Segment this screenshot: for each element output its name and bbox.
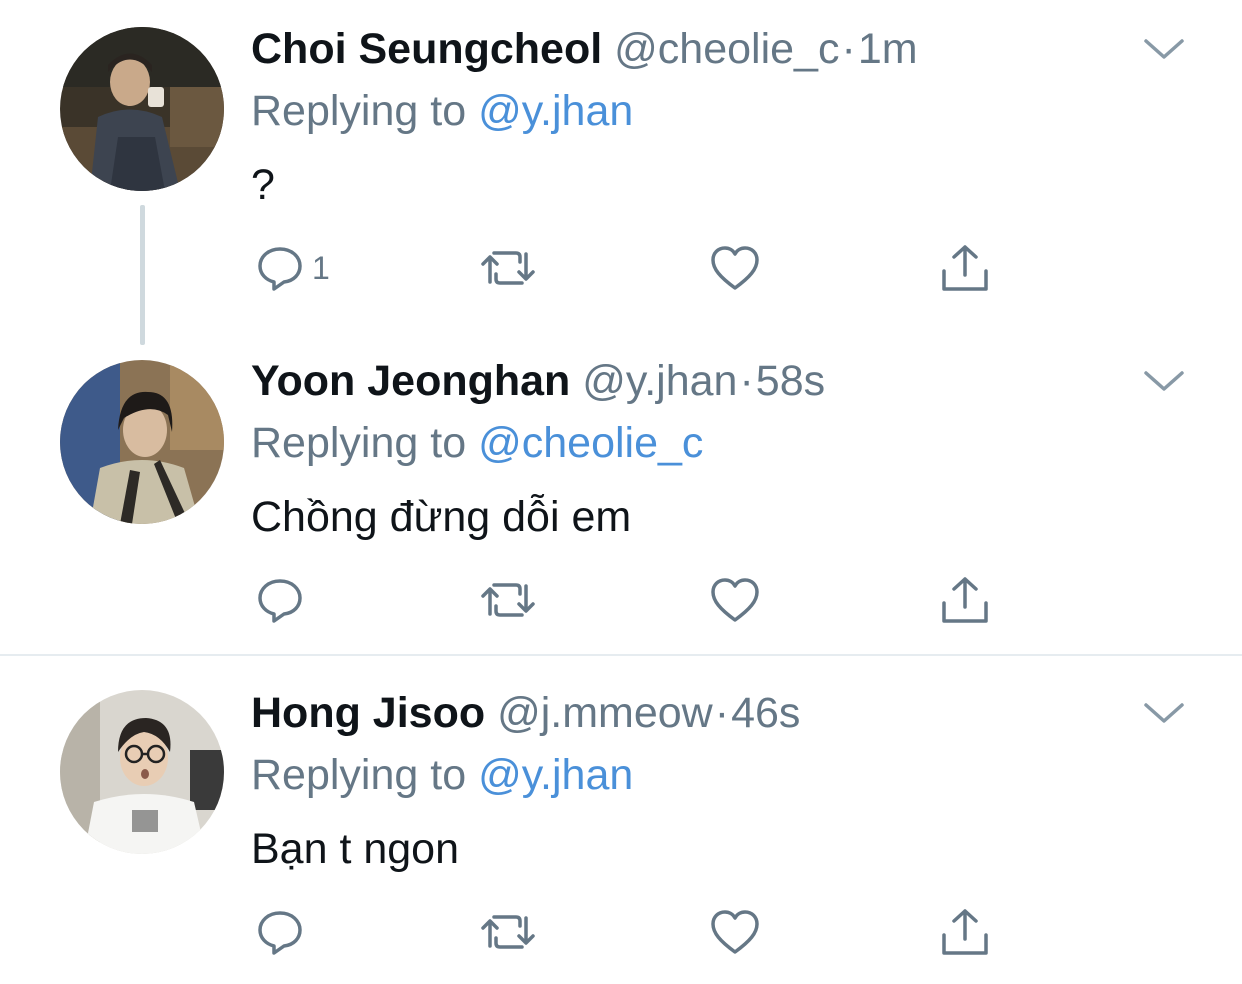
tweet[interactable]: Hong Jisoo @j.mmeow·46s Replying to @y.j… (0, 656, 1242, 984)
retweet-button[interactable] (480, 902, 536, 962)
share-button[interactable] (940, 902, 990, 962)
avatar[interactable] (60, 360, 224, 524)
user-handle[interactable]: @j.mmeow (497, 689, 713, 737)
tweet-text: Bạn t ngon (251, 825, 460, 873)
chevron-down-icon[interactable] (1143, 368, 1185, 394)
retweet-button[interactable] (480, 238, 536, 298)
share-icon (942, 245, 988, 291)
tweet-header: Choi Seungcheol @cheolie_c·1m (251, 24, 918, 74)
chevron-down-icon[interactable] (1143, 700, 1185, 726)
timestamp[interactable]: 1m (858, 25, 918, 73)
reply-prefix: Replying to (251, 751, 467, 799)
heart-icon (711, 910, 759, 954)
tweet-actions: 1 (0, 238, 1242, 298)
replying-to: Replying to @y.jhan (251, 86, 633, 136)
reply-icon (258, 579, 302, 623)
display-name[interactable]: Choi Seungcheol (251, 25, 602, 73)
retweet-icon (481, 251, 535, 285)
retweet-button[interactable] (480, 570, 536, 630)
tweet-text: Chồng đừng dỗi em (251, 493, 632, 541)
replying-to: Replying to @cheolie_c (251, 418, 703, 468)
like-button[interactable] (710, 570, 760, 630)
replying-to: Replying to @y.jhan (251, 750, 633, 800)
reply-count: 1 (312, 249, 330, 286)
user-handle[interactable]: @y.jhan (582, 357, 737, 405)
user-handle[interactable]: @cheolie_c (614, 25, 839, 73)
reply-prefix: Replying to (251, 87, 467, 135)
tweet[interactable]: Yoon Jeonghan @y.jhan·58s Replying to @c… (0, 330, 1242, 654)
chevron-down-icon[interactable] (1143, 36, 1185, 62)
timestamp[interactable]: 58s (756, 357, 825, 405)
share-icon (942, 909, 988, 955)
tweet-actions (0, 902, 1242, 962)
separator: · (714, 689, 730, 737)
reply-button[interactable] (256, 570, 312, 630)
timestamp[interactable]: 46s (731, 689, 800, 737)
tweet-actions (0, 570, 1242, 630)
avatar-photo (60, 27, 224, 191)
avatar-photo (60, 360, 224, 524)
tweet-header: Hong Jisoo @j.mmeow·46s (251, 688, 800, 738)
share-icon (942, 577, 988, 623)
heart-icon (711, 578, 759, 622)
avatar-photo (60, 690, 224, 854)
mention-link[interactable]: @y.jhan (478, 751, 633, 799)
display-name[interactable]: Hong Jisoo (251, 689, 485, 737)
avatar[interactable] (60, 27, 224, 191)
reply-prefix: Replying to (251, 419, 467, 467)
like-button[interactable] (710, 238, 760, 298)
retweet-icon (481, 915, 535, 949)
share-button[interactable] (940, 238, 990, 298)
avatar[interactable] (60, 690, 224, 854)
mention-link[interactable]: @y.jhan (478, 87, 633, 135)
tweet[interactable]: Choi Seungcheol @cheolie_c·1m Replying t… (0, 0, 1242, 345)
separator: · (739, 357, 754, 405)
tweet-text: ? (251, 161, 275, 209)
retweet-icon (481, 583, 535, 617)
separator: · (841, 25, 856, 73)
heart-icon (711, 246, 759, 290)
share-button[interactable] (940, 570, 990, 630)
reply-icon (258, 911, 302, 955)
display-name[interactable]: Yoon Jeonghan (251, 357, 570, 405)
mention-link[interactable]: @cheolie_c (478, 419, 703, 467)
reply-button[interactable] (256, 902, 312, 962)
like-button[interactable] (710, 902, 760, 962)
tweet-header: Yoon Jeonghan @y.jhan·58s (251, 356, 825, 406)
reply-icon (258, 247, 302, 291)
reply-button[interactable]: 1 (256, 238, 330, 298)
